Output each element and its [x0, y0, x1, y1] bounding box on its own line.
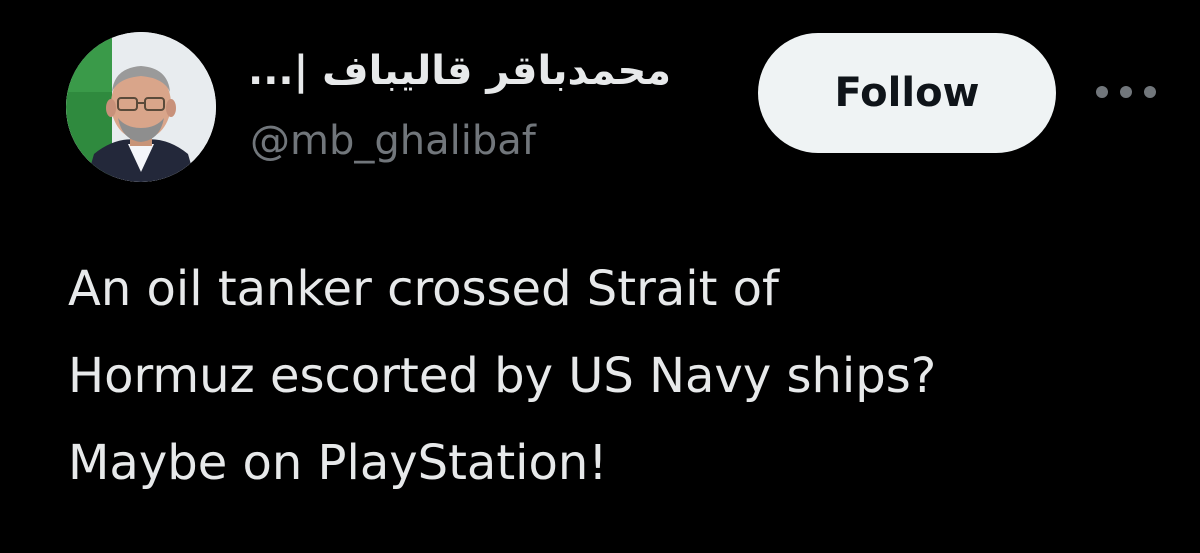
tweet-text-line: An oil tanker crossed Strait of [68, 261, 779, 317]
tweet-text-line: Maybe on PlayStation! [68, 435, 608, 491]
follow-button[interactable]: Follow [758, 33, 1056, 153]
ellipsis-icon[interactable] [1096, 82, 1156, 102]
profile-photo-icon [66, 32, 216, 182]
dot [1144, 86, 1156, 98]
avatar[interactable] [66, 32, 216, 182]
user-handle[interactable]: @mb_ghalibaf [250, 118, 536, 164]
tweet-text-line: Hormuz escorted by US Navy ships? [68, 348, 937, 404]
dot [1120, 86, 1132, 98]
dot [1096, 86, 1108, 98]
tweet-card: محمدباقر قالیباف |... @mb_ghalibaf Follo… [0, 0, 1200, 553]
display-name[interactable]: محمدباقر قالیباف |... [248, 48, 671, 94]
tweet-text: An oil tanker crossed Strait of Hormuz e… [68, 246, 1168, 507]
